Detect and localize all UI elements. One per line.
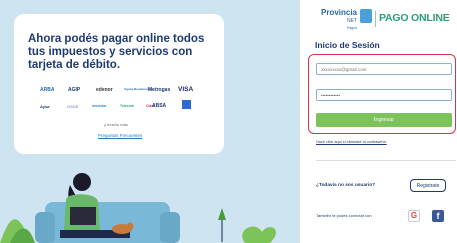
facebook-icon[interactable]: f xyxy=(432,210,444,222)
logo-telecom: Telecom xyxy=(120,104,134,108)
brand-icon xyxy=(360,9,372,23)
promo-area: Ahora podés pagar online todos tus impue… xyxy=(0,0,300,243)
logo-aysa: Aysa xyxy=(40,104,50,109)
more-text: y mucho más xyxy=(104,122,128,127)
brand-pagos: Pagos xyxy=(347,26,357,30)
login-panel: Provincia NET Pagos PAGO ONLINE Inicio d… xyxy=(300,0,457,243)
brand-divider xyxy=(375,11,376,27)
password-input[interactable] xyxy=(316,89,452,101)
logo-visa: VISA xyxy=(178,86,194,93)
social-login-text: También te podés conectar con xyxy=(316,213,372,218)
person-illustration xyxy=(0,173,277,243)
register-question: ¿Todavía no sos usuario? xyxy=(316,183,376,188)
logo-metrogas: Metrogas xyxy=(148,87,171,93)
login-button[interactable]: Ingresar xyxy=(316,113,452,127)
email-input[interactable] xyxy=(316,63,452,75)
logo-osde: OSDE xyxy=(67,104,79,109)
login-title: Inicio de Sesión xyxy=(315,40,380,50)
logo-arba: ARBA xyxy=(40,87,55,93)
brand-net: NET xyxy=(347,18,357,24)
brand-provincia: Provincia xyxy=(320,8,357,17)
brand-pago-online: PAGO ONLINE xyxy=(379,12,450,24)
logo-amex: Amex xyxy=(182,100,191,109)
logo-edenor: edenor xyxy=(96,87,113,93)
promo-title: Ahora podés pagar online todos tus impue… xyxy=(28,33,205,71)
register-button[interactable]: Registrate xyxy=(410,179,446,192)
divider xyxy=(316,160,456,161)
logo-movistar: movistar xyxy=(92,104,107,108)
google-icon[interactable]: G xyxy=(408,210,420,222)
logo-absa: ABSA xyxy=(152,103,167,109)
logo-agip: AGIP xyxy=(68,87,81,93)
faq-link[interactable]: Preguntas Frecuentes xyxy=(98,133,142,138)
forgot-password-link[interactable]: Hacé click aquí si olvidaste tu contrase… xyxy=(316,140,387,144)
